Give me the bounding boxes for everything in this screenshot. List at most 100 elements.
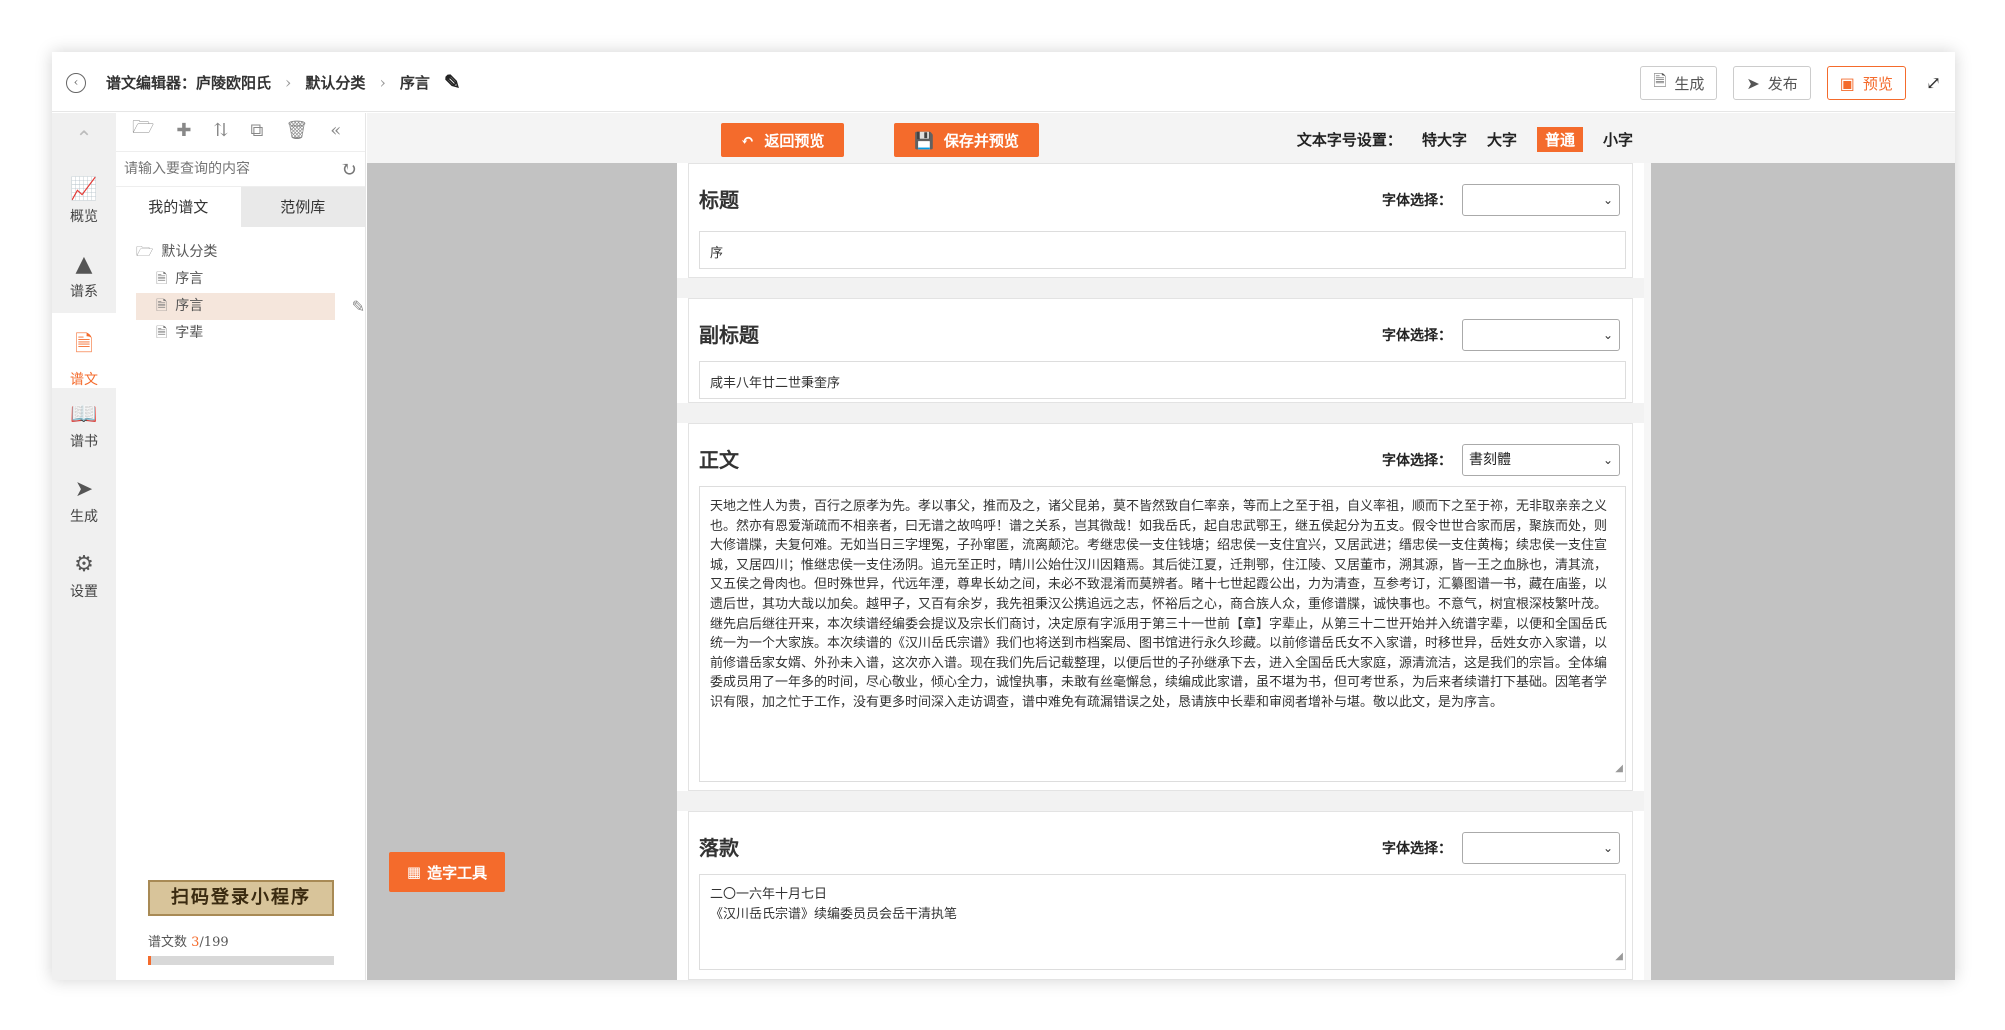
sidebar-item-generate[interactable]: ➤ 生成 xyxy=(52,463,116,538)
font-value: 書刻體 xyxy=(1469,452,1511,468)
file-icon: 🗎 xyxy=(156,325,168,341)
move-icon[interactable]: ⇅ xyxy=(213,120,228,141)
trash-icon[interactable]: 🗑 xyxy=(285,120,308,141)
chevron-right-icon: › xyxy=(285,72,292,92)
title-font-select: 字体选择： ⌄ xyxy=(1382,184,1620,216)
editor-toolbar: ↶ 返回预览 💾 保存并预览 文本字号设置： 特大字 大字 普通 小字 xyxy=(367,113,1955,163)
preview-icon: ▣ xyxy=(1839,73,1855,93)
title-input[interactable]: 序 xyxy=(699,231,1626,269)
sidebar-item-label: 概览 xyxy=(70,209,98,225)
back-circle-icon[interactable]: ‹ xyxy=(66,73,86,93)
header-actions: 🗎 生成 ➤ 发布 ▣ 预览 ⤢ xyxy=(1624,66,1941,100)
size-option-normal[interactable]: 普通 xyxy=(1536,127,1583,152)
tree-item-label: 字辈 xyxy=(175,325,204,341)
tree-item[interactable]: 🗎 字辈 xyxy=(136,320,365,347)
title-heading: 标题 xyxy=(699,188,739,212)
copy-icon[interactable]: ⧉ xyxy=(251,120,264,141)
sidebar-item-text[interactable]: 🗎 谱文 xyxy=(52,313,116,388)
size-option-xlarge[interactable]: 特大字 xyxy=(1422,129,1467,150)
generate-label: 生成 xyxy=(1674,74,1705,93)
search-input[interactable] xyxy=(124,161,341,177)
save-and-preview-button[interactable]: 💾 保存并预览 xyxy=(894,123,1039,157)
font-select-label: 字体选择： xyxy=(1382,328,1452,344)
publish-label: 发布 xyxy=(1767,74,1798,93)
font-select-label: 字体选择： xyxy=(1382,193,1452,209)
font-select-label: 字体选择： xyxy=(1382,841,1452,857)
resize-grip-icon[interactable]: ◢ xyxy=(1615,759,1623,779)
tool-label: 造字工具 xyxy=(427,863,488,882)
text-count: 谱文数 3/199 xyxy=(148,931,229,950)
font-size-label: 文本字号设置： xyxy=(1296,131,1402,149)
body-textarea[interactable]: 天地之性人为贵，百行之原孝为先。孝以事父，推而及之，诸父昆弟，莫不皆然致自仁率亲… xyxy=(699,486,1626,782)
back-label: 返回预览 xyxy=(764,131,825,150)
document-icon: 🗎 xyxy=(1653,70,1667,90)
tree-item-selected[interactable]: 🗎 序言 ✎ xyxy=(136,293,365,320)
fullscreen-icon[interactable]: ⤢ xyxy=(1926,73,1941,94)
title-font-dropdown[interactable]: ⌄ xyxy=(1462,184,1620,216)
sidebar-item-book[interactable]: 📖 谱书 xyxy=(52,388,116,463)
header: ‹ 谱文编辑器：庐陵欧阳氏 › 默认分类 › 序言 ✎ 🗎 生成 ➤ 发布 ▣ … xyxy=(52,52,1955,112)
add-file-icon[interactable]: ✚ xyxy=(176,120,191,141)
crumb-page: 序言 xyxy=(399,73,430,92)
tree-icon: ▲ xyxy=(75,252,93,277)
send-icon: ➤ xyxy=(74,477,94,502)
chevron-right-icon: › xyxy=(379,72,386,92)
font-size-setting: 文本字号设置： 特大字 大字 普通 小字 xyxy=(1297,127,1633,152)
tab-my-texts[interactable]: 我的谱文 xyxy=(116,187,241,227)
collapse-panel-icon[interactable]: « xyxy=(330,120,341,141)
subtitle-font-dropdown[interactable]: ⌄ xyxy=(1462,319,1620,351)
signature-font-dropdown[interactable]: ⌄ xyxy=(1462,832,1620,864)
add-folder-icon[interactable]: 🗁 xyxy=(132,115,154,145)
chevron-down-icon: ⌄ xyxy=(1602,453,1613,467)
tree-search-box: ↻ xyxy=(116,151,365,187)
editor-main: ↶ 返回预览 💾 保存并预览 文本字号设置： 特大字 大字 普通 小字 标题 字… xyxy=(367,113,1955,980)
tree-folder[interactable]: 🗁 默认分类 xyxy=(136,239,365,266)
publish-button[interactable]: ➤ 发布 xyxy=(1733,66,1811,100)
signature-section: 落款 字体选择： ⌄ 二〇一六年十月七日 《汉川岳氏宗谱》续编委员员会岳干清执笔… xyxy=(688,811,1633,980)
progress-fill xyxy=(148,956,151,965)
resize-grip-icon[interactable]: ◢ xyxy=(1615,947,1623,967)
chevron-up-icon[interactable]: ⌃ xyxy=(52,113,116,163)
crumb-editor[interactable]: 谱文编辑器：庐陵欧阳氏 xyxy=(106,72,271,93)
crumb-category[interactable]: 默认分类 xyxy=(305,72,365,93)
sidebar-item-label: 设置 xyxy=(70,584,98,600)
icon-sidebar: ⌃ 📈 概览 ▲ 谱系 🗎 谱文 📖 谱书 ➤ 生成 ⚙ 设置 xyxy=(52,113,116,980)
subtitle-input[interactable]: 咸丰八年廿二世秉奎序 xyxy=(699,361,1626,399)
count-progress-bar xyxy=(148,956,334,965)
tree-item-label: 序言 xyxy=(175,271,204,287)
sidebar-item-overview[interactable]: 📈 概览 xyxy=(52,163,116,238)
size-option-small[interactable]: 小字 xyxy=(1603,129,1633,150)
count-total: /199 xyxy=(199,935,229,950)
size-option-large[interactable]: 大字 xyxy=(1487,129,1517,150)
body-font-dropdown[interactable]: 書刻體 ⌄ xyxy=(1462,444,1620,476)
gear-icon: ⚙ xyxy=(74,552,94,577)
sidebar-item-settings[interactable]: ⚙ 设置 xyxy=(52,538,116,613)
tree-item[interactable]: 🗎 序言 xyxy=(136,266,365,293)
char-creation-tool-button[interactable]: ▦ 造字工具 xyxy=(389,852,505,892)
chart-icon: 📈 xyxy=(70,177,98,202)
body-section: 正文 字体选择： 書刻體 ⌄ 天地之性人为贵，百行之原孝为先。孝以事父，推而及之，… xyxy=(688,423,1633,791)
generate-button[interactable]: 🗎 生成 xyxy=(1640,66,1718,100)
tree-list: 🗁 默认分类 🗎 序言 🗎 序言 ✎ 🗎 字辈 xyxy=(116,227,365,347)
tool-icon: ▦ xyxy=(406,863,422,881)
save-label: 保存并预览 xyxy=(943,131,1019,150)
edit-icon[interactable]: ✎ xyxy=(352,293,365,320)
sidebar-item-lineage[interactable]: ▲ 谱系 xyxy=(52,238,116,313)
qr-login-banner[interactable]: 扫码登录小程序 xyxy=(148,880,334,916)
back-to-preview-button[interactable]: ↶ 返回预览 xyxy=(721,123,845,157)
preview-button[interactable]: ▣ 预览 xyxy=(1826,66,1906,100)
document-icon: 🗎 xyxy=(52,327,116,365)
chevron-down-icon: ⌄ xyxy=(1602,328,1613,342)
pencil-icon[interactable]: ✎ xyxy=(444,70,461,94)
sidebar-item-label: 生成 xyxy=(70,509,98,525)
section-divider xyxy=(677,403,1644,423)
tab-example-library[interactable]: 范例库 xyxy=(240,187,365,227)
folder-icon: 🗁 xyxy=(136,244,154,260)
refresh-icon[interactable]: ↻ xyxy=(340,157,357,181)
body-font-select: 字体选择： 書刻體 ⌄ xyxy=(1382,444,1620,476)
font-select-label: 字体选择： xyxy=(1382,453,1452,469)
folder-label: 默认分类 xyxy=(161,244,218,260)
sidebar-item-label: 谱文 xyxy=(70,372,98,388)
signature-textarea[interactable]: 二〇一六年十月七日 《汉川岳氏宗谱》续编委员员会岳干清执笔 ◢ xyxy=(699,874,1626,970)
chevron-down-icon: ⌄ xyxy=(1602,841,1613,855)
